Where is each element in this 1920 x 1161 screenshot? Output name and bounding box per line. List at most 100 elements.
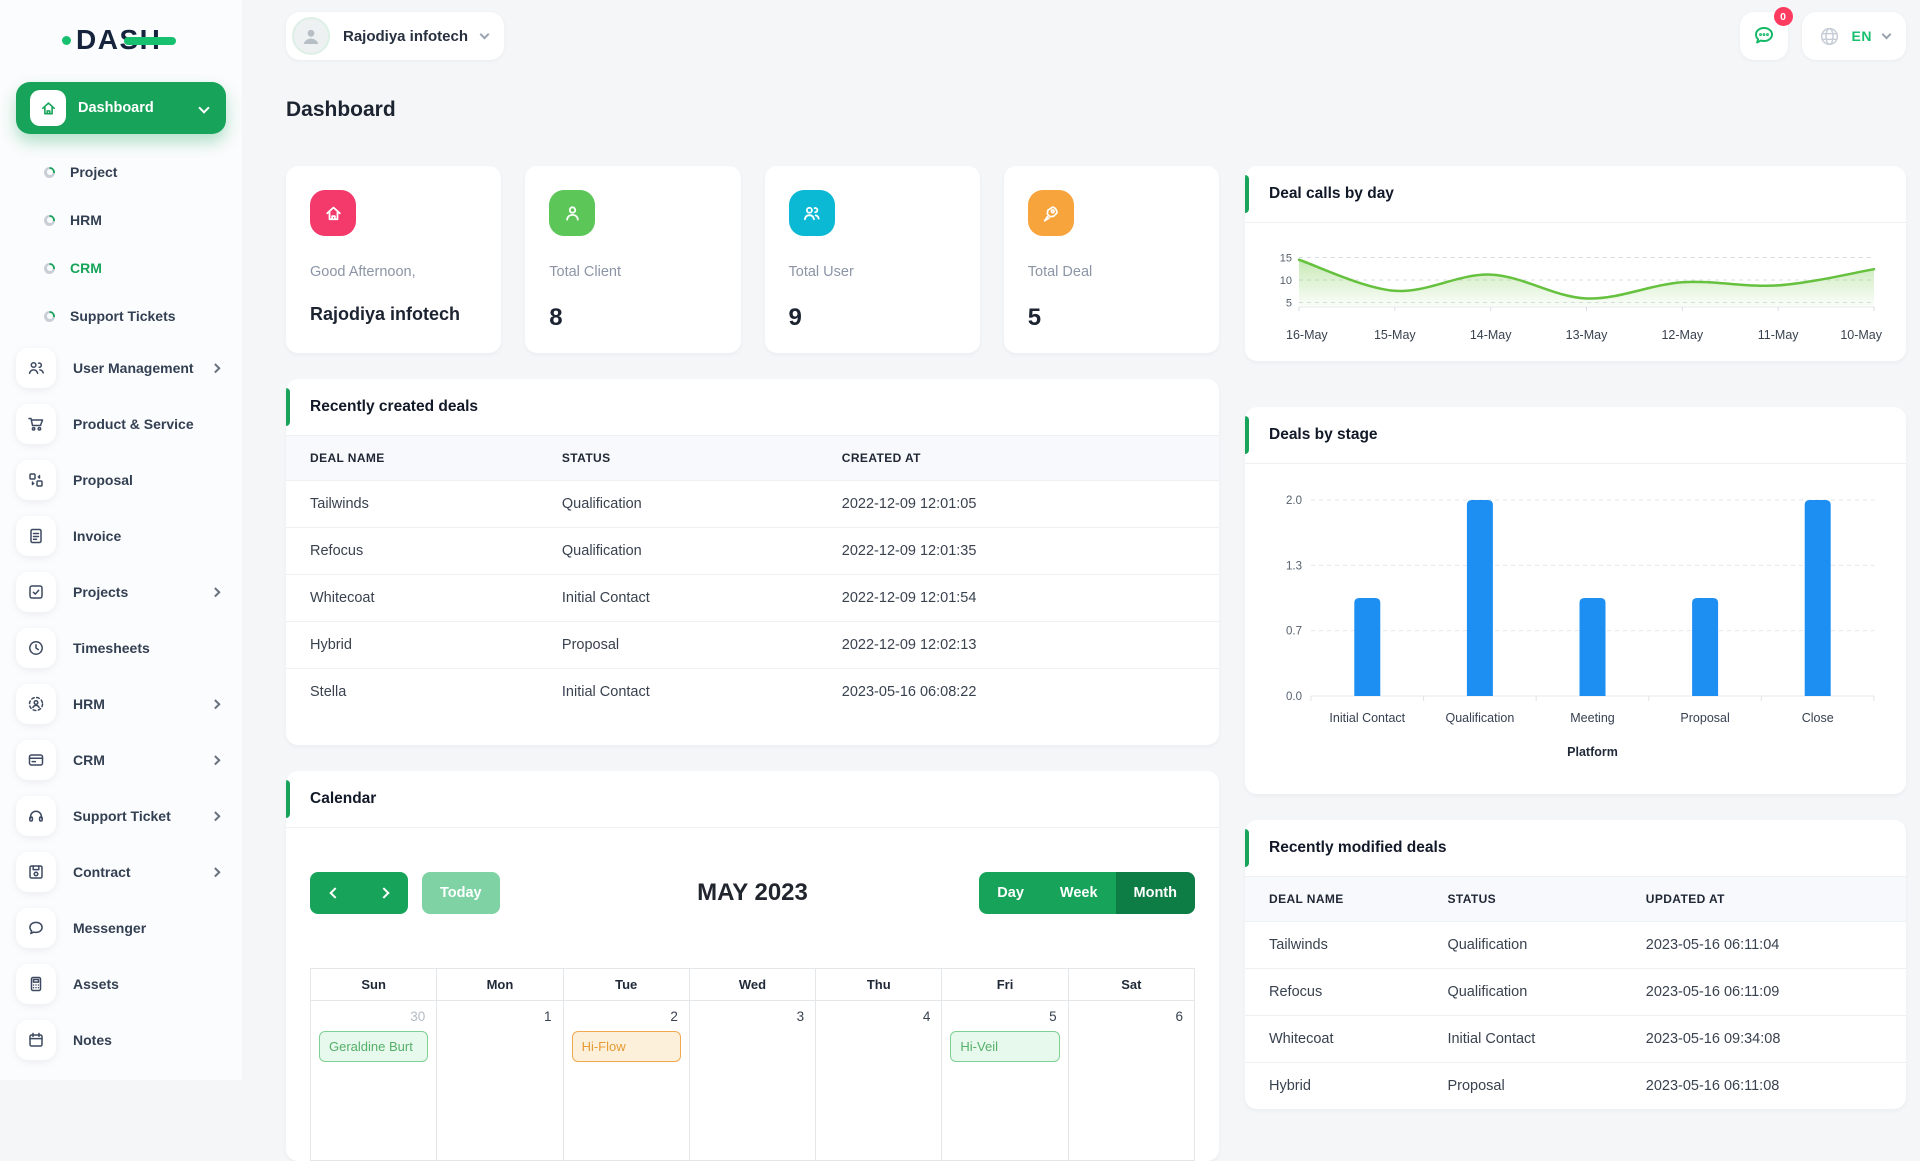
sidebar-item-label: Product & Service <box>73 416 194 432</box>
calendar-day-cell[interactable]: 1 <box>437 1001 563 1161</box>
sidebar-item-proposal[interactable]: Proposal <box>16 452 226 508</box>
sidebar-item-dashboard[interactable]: Dashboard <box>16 82 226 134</box>
deal-name: Whitecoat <box>286 575 538 622</box>
day-header: Thu <box>816 969 942 1001</box>
notification-badge: 0 <box>1774 7 1793 26</box>
language-selector[interactable]: EN <box>1802 12 1906 60</box>
sidebar-item-assets[interactable]: Assets <box>16 956 226 1012</box>
day-number: 3 <box>691 1002 814 1028</box>
main-content: Dashboard Good Afternoon, Rajodiya infot… <box>242 72 1920 1161</box>
support-ticket-icon <box>16 796 56 836</box>
sidebar-item-label: Assets <box>73 976 119 992</box>
deal-status: Qualification <box>538 481 818 528</box>
contract-icon <box>16 852 56 892</box>
sidebar-item-hrm[interactable]: HRM <box>16 196 226 244</box>
calendar-view-week[interactable]: Week <box>1042 872 1116 914</box>
deal-name: Refocus <box>1245 969 1423 1016</box>
circle-icon <box>44 215 55 226</box>
table-row: RefocusQualification2023-05-16 06:11:09 <box>1245 969 1906 1016</box>
deal-status: Initial Contact <box>538 669 818 716</box>
sidebar-item-label: Project <box>70 164 117 180</box>
app-logo[interactable]: DASH <box>62 18 212 62</box>
deal-status: Qualification <box>1423 969 1621 1016</box>
calendar-today-button[interactable]: Today <box>422 872 500 914</box>
svg-text:2.0: 2.0 <box>1286 495 1302 507</box>
svg-text:5: 5 <box>1286 298 1292 310</box>
sidebar-item-notes[interactable]: Notes <box>16 1012 226 1068</box>
svg-text:Meeting: Meeting <box>1570 711 1615 725</box>
deal-status: Qualification <box>538 528 818 575</box>
sidebar-item-projects[interactable]: Projects <box>16 564 226 620</box>
language-code: EN <box>1852 28 1872 44</box>
day-number: 4 <box>817 1002 940 1028</box>
sidebar-item-hrm-menu[interactable]: HRM <box>16 676 226 732</box>
invoice-icon <box>16 516 56 556</box>
calendar-month-title: MAY 2023 <box>697 879 808 907</box>
svg-text:13-May: 13-May <box>1566 328 1608 342</box>
sidebar-item-support-tickets[interactable]: Support Tickets <box>16 292 226 340</box>
sidebar-item-project[interactable]: Project <box>16 148 226 196</box>
deal-status: Initial Contact <box>538 575 818 622</box>
stat-label: Total User <box>789 264 956 280</box>
svg-text:15-May: 15-May <box>1374 328 1416 342</box>
day-number: 1 <box>438 1002 561 1028</box>
table-row: TailwindsQualification2023-05-16 06:11:0… <box>1245 922 1906 969</box>
messages-button[interactable]: 0 <box>1740 12 1788 60</box>
calendar-view-month[interactable]: Month <box>1116 872 1195 914</box>
calendar-next-button[interactable] <box>359 872 408 914</box>
day-header: Sat <box>1068 969 1194 1001</box>
sidebar-item-timesheets[interactable]: Timesheets <box>16 620 226 676</box>
sidebar-item-crm-menu[interactable]: CRM <box>16 732 226 788</box>
stats-row: Good Afternoon, Rajodiya infotech Total … <box>286 166 1219 353</box>
stat-label: Total Client <box>549 264 716 280</box>
sidebar-item-label: Proposal <box>73 472 133 488</box>
sidebar-item-contract[interactable]: Contract <box>16 844 226 900</box>
deal-calls-panel: Deal calls by day 5101516-May15-May14-Ma… <box>1245 166 1906 361</box>
circle-icon <box>44 263 55 274</box>
chevron-right-icon <box>210 587 219 596</box>
sidebar-item-product-service[interactable]: Product & Service <box>16 396 226 452</box>
day-number: 2 <box>565 1002 688 1028</box>
company-name: Rajodiya infotech <box>343 28 468 45</box>
sidebar-item-label: HRM <box>70 212 102 228</box>
calendar-day-cell[interactable]: 2 Hi-Flow <box>563 1001 689 1161</box>
column-header: STATUS <box>1423 877 1621 922</box>
modified-deals-table: DEAL NAME STATUS UPDATED AT TailwindsQua… <box>1245 877 1906 1109</box>
day-header: Fri <box>942 969 1068 1001</box>
sidebar-item-invoice[interactable]: Invoice <box>16 508 226 564</box>
sidebar-item-user-management[interactable]: User Management <box>16 340 226 396</box>
sidebar-item-crm[interactable]: CRM <box>16 244 226 292</box>
chevron-right-icon <box>210 867 219 876</box>
chevron-right-icon <box>210 363 219 372</box>
calendar-event[interactable]: Hi-Veil <box>950 1031 1059 1062</box>
deal-name: Tailwinds <box>1245 922 1423 969</box>
deal-status: Proposal <box>538 622 818 669</box>
stat-value: 9 <box>789 304 956 332</box>
calendar-day-cell[interactable]: 5 Hi-Veil <box>942 1001 1068 1161</box>
sidebar-item-label: Projects <box>73 584 128 600</box>
calendar-day-cell[interactable]: 4 <box>816 1001 942 1161</box>
svg-text:14-May: 14-May <box>1470 328 1512 342</box>
day-header: Sun <box>311 969 437 1001</box>
proposal-icon <box>16 460 56 500</box>
calendar-day-cell[interactable]: 30 Geraldine Burt <box>311 1001 437 1161</box>
calendar-day-cell[interactable]: 3 <box>689 1001 815 1161</box>
svg-text:Close: Close <box>1802 711 1834 725</box>
deal-updated-at: 2023-05-16 09:34:08 <box>1622 1016 1906 1063</box>
sidebar-item-label: Notes <box>73 1032 112 1048</box>
svg-text:11-May: 11-May <box>1758 328 1800 342</box>
calendar-event[interactable]: Geraldine Burt <box>319 1031 428 1062</box>
sidebar-item-support-ticket-menu[interactable]: Support Ticket <box>16 788 226 844</box>
calendar-event[interactable]: Hi-Flow <box>572 1031 681 1062</box>
company-selector[interactable]: Rajodiya infotech <box>286 12 504 60</box>
stat-value: Rajodiya infotech <box>310 304 477 325</box>
calendar-view-switch: Day Week Month <box>979 872 1195 914</box>
calendar-day-cell[interactable]: 6 <box>1068 1001 1194 1161</box>
panel-title: Calendar <box>286 771 1219 828</box>
day-header: Mon <box>437 969 563 1001</box>
page-title: Dashboard <box>286 98 1906 122</box>
sidebar-item-messenger[interactable]: Messenger <box>16 900 226 956</box>
recently-created-deals-panel: Recently created deals DEAL NAME STATUS … <box>286 379 1219 745</box>
calendar-prev-button[interactable] <box>310 872 359 914</box>
calendar-view-day[interactable]: Day <box>979 872 1042 914</box>
